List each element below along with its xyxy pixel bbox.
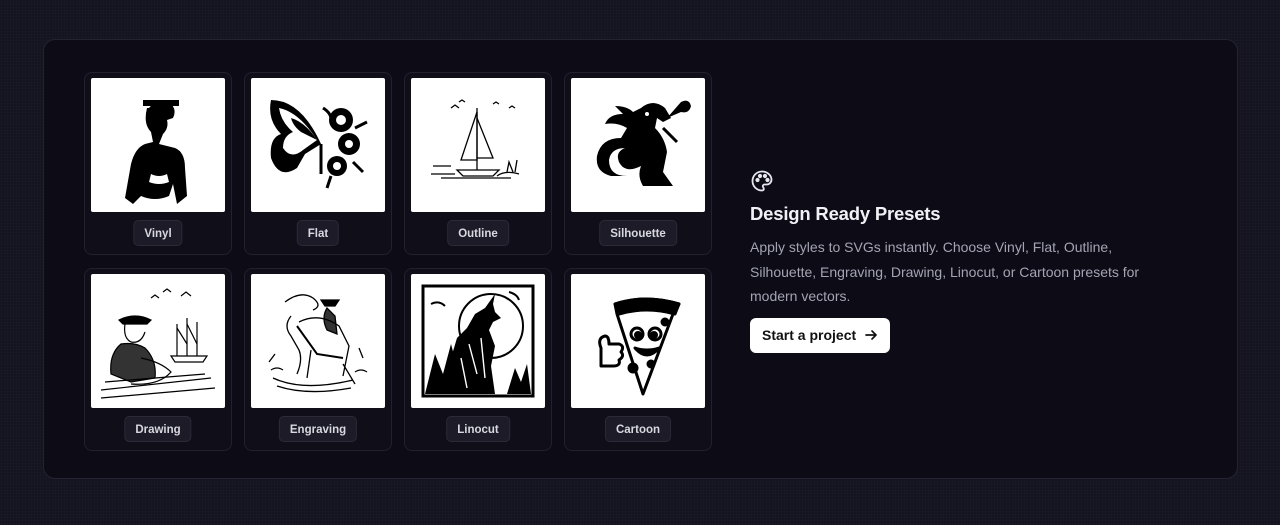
start-project-button[interactable]: Start a project xyxy=(750,317,891,353)
preset-label: Linocut xyxy=(446,416,510,442)
preset-card-vinyl[interactable]: Vinyl xyxy=(84,72,232,255)
pizza-slice-illustration xyxy=(571,274,705,408)
preset-label: Vinyl xyxy=(133,220,183,246)
woman-portrait-illustration xyxy=(91,78,225,212)
howling-wolf-illustration xyxy=(411,274,545,408)
presets-panel: Vinyl Flat Outline Silhouette Drawing En… xyxy=(43,39,1238,479)
start-project-label: Start a project xyxy=(762,327,857,343)
arrow-right-icon xyxy=(865,330,877,340)
palette-icon xyxy=(751,170,773,192)
preset-card-engraving[interactable]: Engraving xyxy=(244,268,392,451)
preset-card-silhouette[interactable]: Silhouette xyxy=(564,72,712,255)
section-title: Design Ready Presets xyxy=(750,203,941,224)
dragon-illustration xyxy=(571,78,705,212)
preset-label: Drawing xyxy=(124,416,192,442)
fisherman-illustration xyxy=(91,274,225,408)
preset-label: Cartoon xyxy=(604,416,672,442)
section-description: Apply styles to SVGs instantly. Choose V… xyxy=(750,239,1140,304)
presets-info: Design Ready Presets Apply styles to SVG… xyxy=(750,169,1190,353)
preset-card-outline[interactable]: Outline xyxy=(404,72,552,255)
preset-card-flat[interactable]: Flat xyxy=(244,72,392,255)
preset-label: Outline xyxy=(447,220,509,246)
preset-label: Flat xyxy=(296,220,340,246)
presets-grid: Vinyl Flat Outline Silhouette Drawing En… xyxy=(84,72,712,451)
preset-label: Silhouette xyxy=(599,220,677,246)
preset-card-cartoon[interactable]: Cartoon xyxy=(564,268,712,451)
butterfly-flowers-illustration xyxy=(251,78,385,212)
preset-card-linocut[interactable]: Linocut xyxy=(404,268,552,451)
preset-card-drawing[interactable]: Drawing xyxy=(84,268,232,451)
cowboy-horse-illustration xyxy=(251,274,385,408)
preset-label: Engraving xyxy=(278,416,358,442)
sailboat-illustration xyxy=(411,78,545,212)
